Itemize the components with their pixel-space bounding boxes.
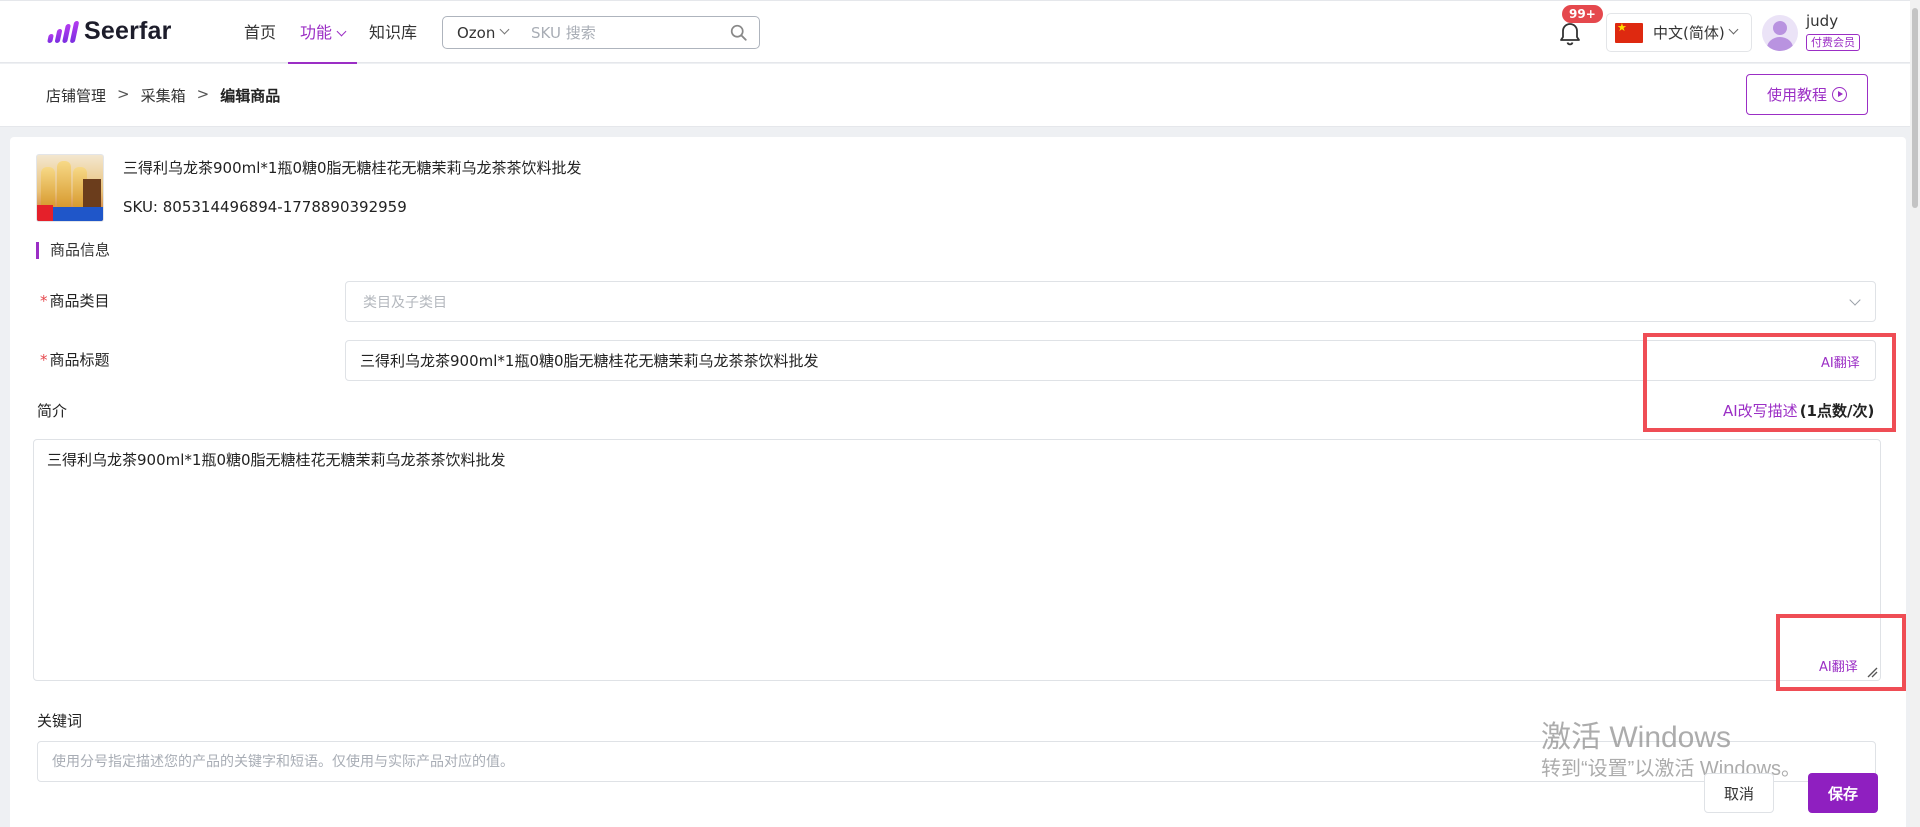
search-icon[interactable] [730,24,747,41]
breadcrumb-collection-box[interactable]: 采集箱 [141,85,186,106]
product-title: 三得利乌龙茶900ml*1瓶0糖0脂无糖桂花无糖茉莉乌龙茶茶饮料批发 [123,159,582,177]
sku-search-input[interactable] [531,23,711,42]
breadcrumb-bar: 店铺管理 > 采集箱 > 编辑商品 使用教程 [0,64,1910,127]
breadcrumb-separator: > [196,85,210,103]
platform-select-value: Ozon [457,23,496,42]
description-textarea[interactable]: 三得利乌龙茶900ml*1瓶0糖0脂无糖桂花无糖茉莉乌龙茶茶饮料批发 [33,439,1881,681]
breadcrumb-current: 编辑商品 [220,87,281,105]
nav-home-label: 首页 [244,23,277,42]
save-button[interactable]: 保存 [1808,773,1878,813]
nav-features[interactable]: 功能 [288,1,358,64]
title-label: * 商品标题 [40,349,110,370]
product-thumbnail [36,154,104,222]
product-sku: SKU: 805314496894-1778890392959 [123,198,407,216]
top-header: Seerfar 首页 功能 知识库 Ozon 99+ 中文(简体) judy 付… [0,0,1910,64]
nav-knowledge-base[interactable]: 知识库 [357,1,429,64]
title-label-text: 商品标题 [49,351,110,369]
chevron-down-icon [1849,294,1861,306]
main-nav: 首页 功能 知识库 [232,1,429,64]
language-select[interactable]: 中文(简体) [1606,13,1752,52]
breadcrumb: 店铺管理 > 采集箱 > 编辑商品 [46,85,280,106]
chevron-down-icon [499,24,510,35]
notification-badge: 99+ [1562,5,1603,23]
search-bar: Ozon [442,16,760,49]
page-scrollbar[interactable] [1910,0,1920,827]
logo-text: Seerfar [84,17,172,45]
avatar[interactable] [1762,15,1798,51]
annotation-box-ai-actions [1643,333,1896,432]
logo[interactable]: Seerfar [47,17,172,46]
language-label: 中文(简体) [1653,24,1725,42]
china-flag-icon [1615,21,1643,43]
nav-knowledge-label: 知识库 [369,23,418,42]
required-mark: * [40,351,48,369]
windows-watermark-title: 激活 Windows [1541,721,1732,754]
platform-select[interactable]: Ozon [443,24,531,42]
intro-label: 简介 [37,402,68,420]
tutorial-button[interactable]: 使用教程 [1746,74,1868,115]
category-label-text: 商品类目 [49,292,110,310]
cancel-button[interactable]: 取消 [1704,773,1774,813]
category-select-placeholder: 类目及子类目 [363,294,447,311]
bell-icon[interactable] [1558,21,1582,47]
category-label: * 商品类目 [40,290,110,311]
scrollbar-thumb[interactable] [1912,8,1918,208]
section-title-product-info: 商品信息 [36,242,110,259]
category-select[interactable]: 类目及子类目 [345,281,1876,322]
keywords-label: 关键词 [37,712,83,730]
chevron-down-icon [1728,24,1739,35]
member-badge: 付费会员 [1806,34,1860,51]
breadcrumb-shop-management[interactable]: 店铺管理 [46,85,106,106]
chevron-down-icon [336,26,347,37]
logo-icon [47,20,80,43]
required-mark: * [40,292,48,310]
annotation-box-ai-translate [1776,614,1906,691]
play-circle-icon [1832,87,1847,102]
nav-features-label: 功能 [300,23,333,42]
username[interactable]: judy [1806,12,1838,30]
breadcrumb-separator: > [117,85,130,103]
tutorial-button-label: 使用教程 [1766,86,1827,104]
nav-home[interactable]: 首页 [232,1,288,64]
